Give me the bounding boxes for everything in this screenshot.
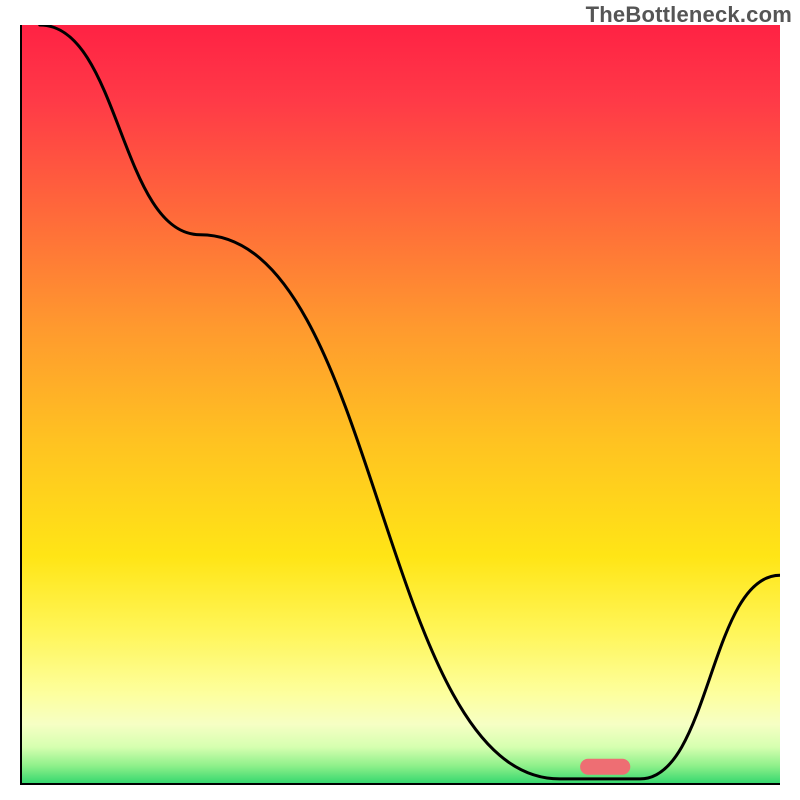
watermark-text: TheBottleneck.com <box>586 2 792 28</box>
chart-svg <box>20 25 780 785</box>
gradient-background <box>20 25 780 785</box>
bottleneck-chart: TheBottleneck.com <box>0 0 800 800</box>
plot-area <box>20 25 780 785</box>
optimal-range-marker <box>580 759 630 775</box>
